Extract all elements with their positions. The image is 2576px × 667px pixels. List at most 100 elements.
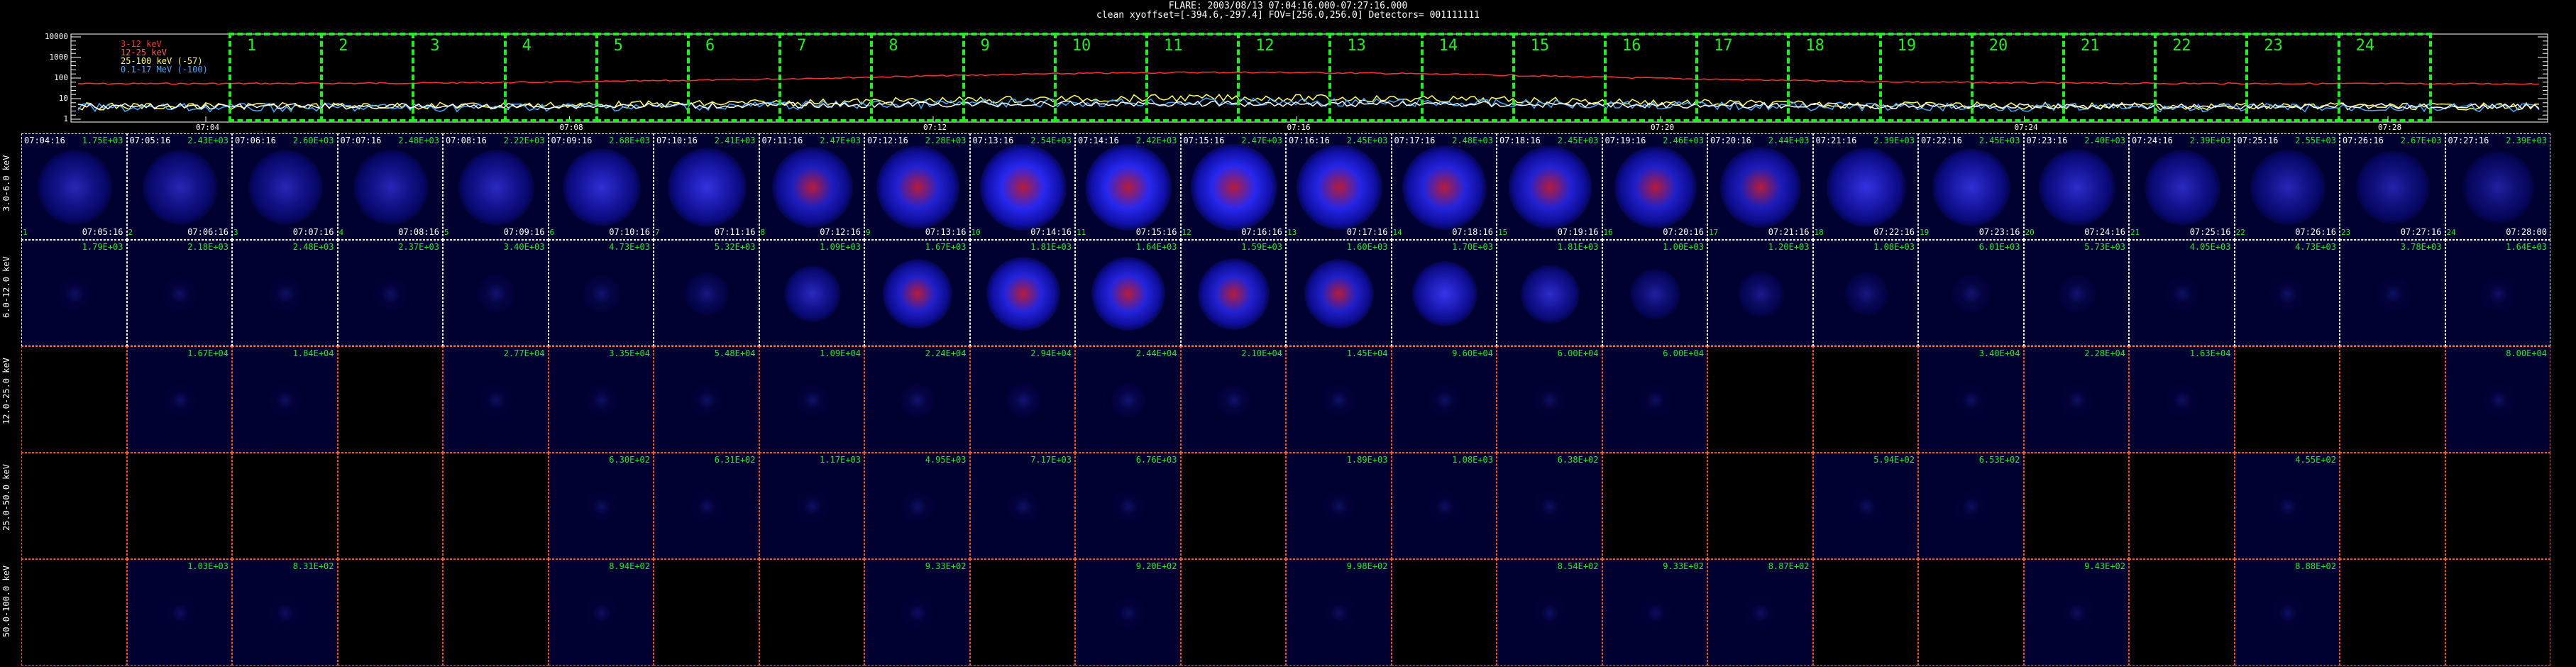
- source-image: [1508, 145, 1592, 229]
- image-cell: 2.44E+03 07:20:16 07:21:16 17: [1707, 133, 1813, 240]
- image-cell: 2.39E+03 07:27:16 07:28:00 24: [2445, 133, 2550, 240]
- image-segment-index: 17: [1709, 228, 1719, 237]
- image-peak-value: 1.20E+03: [1768, 242, 1810, 252]
- image-cell: 7.17E+03: [969, 453, 1075, 559]
- source-image: [771, 146, 853, 228]
- x-tick-label: 07:24: [2014, 123, 2038, 132]
- source-image: [1932, 148, 2011, 226]
- source-image: [372, 275, 410, 313]
- image-peak-value: 6.01E+03: [1978, 242, 2020, 252]
- source-image: [1720, 147, 1802, 228]
- source-image: [162, 382, 198, 418]
- image-cell: 1.64E+03: [1075, 240, 1181, 346]
- image-cell: 1.09E+04: [759, 346, 864, 453]
- image-cell: 1.60E+03: [1286, 240, 1392, 346]
- y-tick-label: 1000: [49, 53, 69, 62]
- source-image: [1402, 145, 1487, 230]
- x-tick-label: 07:16: [1287, 123, 1311, 132]
- x-tick-label: 07:12: [923, 123, 947, 132]
- x-tick-label: 07:08: [559, 123, 583, 132]
- source-image: [1111, 489, 1147, 524]
- segment-number: 20: [1988, 37, 2008, 55]
- image-cell: [2340, 453, 2445, 559]
- image-peak-value: 4.05E+03: [2189, 242, 2231, 252]
- source-image: [1085, 144, 1172, 231]
- image-cell: 6.01E+03: [1918, 240, 2024, 346]
- source-image: [1111, 382, 1147, 418]
- image-peak-value: 6.38E+02: [1557, 455, 1599, 465]
- image-cell: 2.28E+04: [2023, 346, 2129, 453]
- image-peak-value: 9.60E+04: [1452, 348, 1493, 358]
- image-peak-value: 2.39E+03: [2189, 136, 2231, 145]
- time-segment-box: 7: [778, 33, 874, 122]
- image-cell: 9.43E+02: [2023, 559, 2129, 666]
- image-cell: 5.73E+03: [2023, 240, 2129, 346]
- image-cell: 1.03E+03: [126, 559, 232, 666]
- image-start-time: 07:08:16: [446, 136, 487, 145]
- image-cell: 2.45E+03 07:16:16 07:17:16 13: [1286, 133, 1392, 240]
- image-peak-value: 6.76E+03: [1135, 455, 1177, 465]
- image-start-time: 07:11:16: [761, 136, 803, 145]
- image-peak-value: 2.54E+03: [1030, 136, 1072, 145]
- image-segment-index: 13: [1287, 228, 1297, 237]
- time-segment-box: 16: [1604, 33, 1699, 122]
- image-peak-value: 2.67E+03: [2400, 136, 2442, 145]
- image-cell: [2129, 453, 2235, 559]
- image-cell: [1707, 453, 1813, 559]
- image-end-time: 07:26:16: [2295, 227, 2336, 237]
- energy-row-label: 3.0-6.0 keV: [1, 155, 11, 211]
- image-end-time: 07:11:16: [714, 227, 756, 237]
- image-peak-value: 9.20E+02: [1135, 561, 1177, 571]
- image-cell: [759, 559, 864, 666]
- image-peak-value: 2.48E+03: [292, 242, 334, 252]
- image-peak-value: 4.55E+02: [2295, 455, 2336, 465]
- legend-entry-01-17: 0.1-17 MeV (-100): [121, 65, 208, 75]
- image-start-time: 07:13:16: [972, 136, 1014, 145]
- image-cell: 4.73E+03: [548, 240, 654, 346]
- source-image: [1532, 595, 1568, 631]
- source-image: [667, 148, 747, 227]
- source-image: [2057, 274, 2097, 314]
- source-image: [1411, 261, 1477, 326]
- source-image: [1304, 259, 1375, 329]
- segment-number: 5: [613, 37, 624, 55]
- time-segment-box: 9: [962, 33, 1057, 122]
- source-image: [37, 150, 112, 225]
- image-peak-value: 1.03E+03: [187, 561, 229, 571]
- image-cell: 1.00E+03: [1602, 240, 1707, 346]
- image-segment-index: 8: [760, 228, 766, 237]
- image-peak-value: 2.44E+03: [1768, 136, 1810, 145]
- image-cell: 9.60E+04: [1391, 346, 1497, 453]
- image-peak-value: 4.73E+03: [2295, 242, 2336, 252]
- y-tick-label: 10000: [44, 32, 68, 41]
- image-peak-value: 1.67E+03: [925, 242, 967, 252]
- image-segment-index: 16: [1603, 228, 1613, 237]
- image-cell: 2.68E+03 07:09:16 07:10:16 6: [548, 133, 654, 240]
- image-peak-value: 2.48E+03: [1452, 136, 1493, 145]
- image-cell: [21, 453, 127, 559]
- x-tick-label: 07:04: [196, 123, 220, 132]
- image-cell: 2.40E+03 07:23:16 07:24:16 20: [2023, 133, 2129, 240]
- image-peak-value: 3.78E+03: [2400, 242, 2442, 252]
- image-peak-value: 9.43E+02: [2084, 561, 2125, 571]
- image-cell: [337, 346, 443, 453]
- image-peak-value: 1.63E+04: [2189, 348, 2231, 358]
- image-peak-value: 1.09E+04: [820, 348, 861, 358]
- segment-number: 22: [2172, 37, 2191, 55]
- image-cell: 2.55E+03 07:25:16 07:26:16 22: [2234, 133, 2340, 240]
- image-cell: 8.94E+02: [548, 559, 654, 666]
- image-peak-value: 5.32E+03: [714, 242, 756, 252]
- source-image: [794, 489, 830, 524]
- image-segment-index: 15: [1498, 228, 1508, 237]
- image-cell: [337, 453, 443, 559]
- source-image: [2269, 489, 2306, 524]
- image-segment-index: 12: [1182, 228, 1191, 237]
- image-peak-value: 7.17E+03: [1030, 455, 1072, 465]
- source-image: [1737, 270, 1784, 317]
- image-cell: 6.30E+02: [548, 453, 654, 559]
- image-cell: [443, 453, 549, 559]
- segment-number: 15: [1530, 37, 1550, 55]
- image-cell: 2.60E+03 07:06:16 07:07:16 3: [232, 133, 338, 240]
- image-peak-value: 1.17E+03: [820, 455, 861, 465]
- image-peak-value: 2.22E+03: [503, 136, 545, 145]
